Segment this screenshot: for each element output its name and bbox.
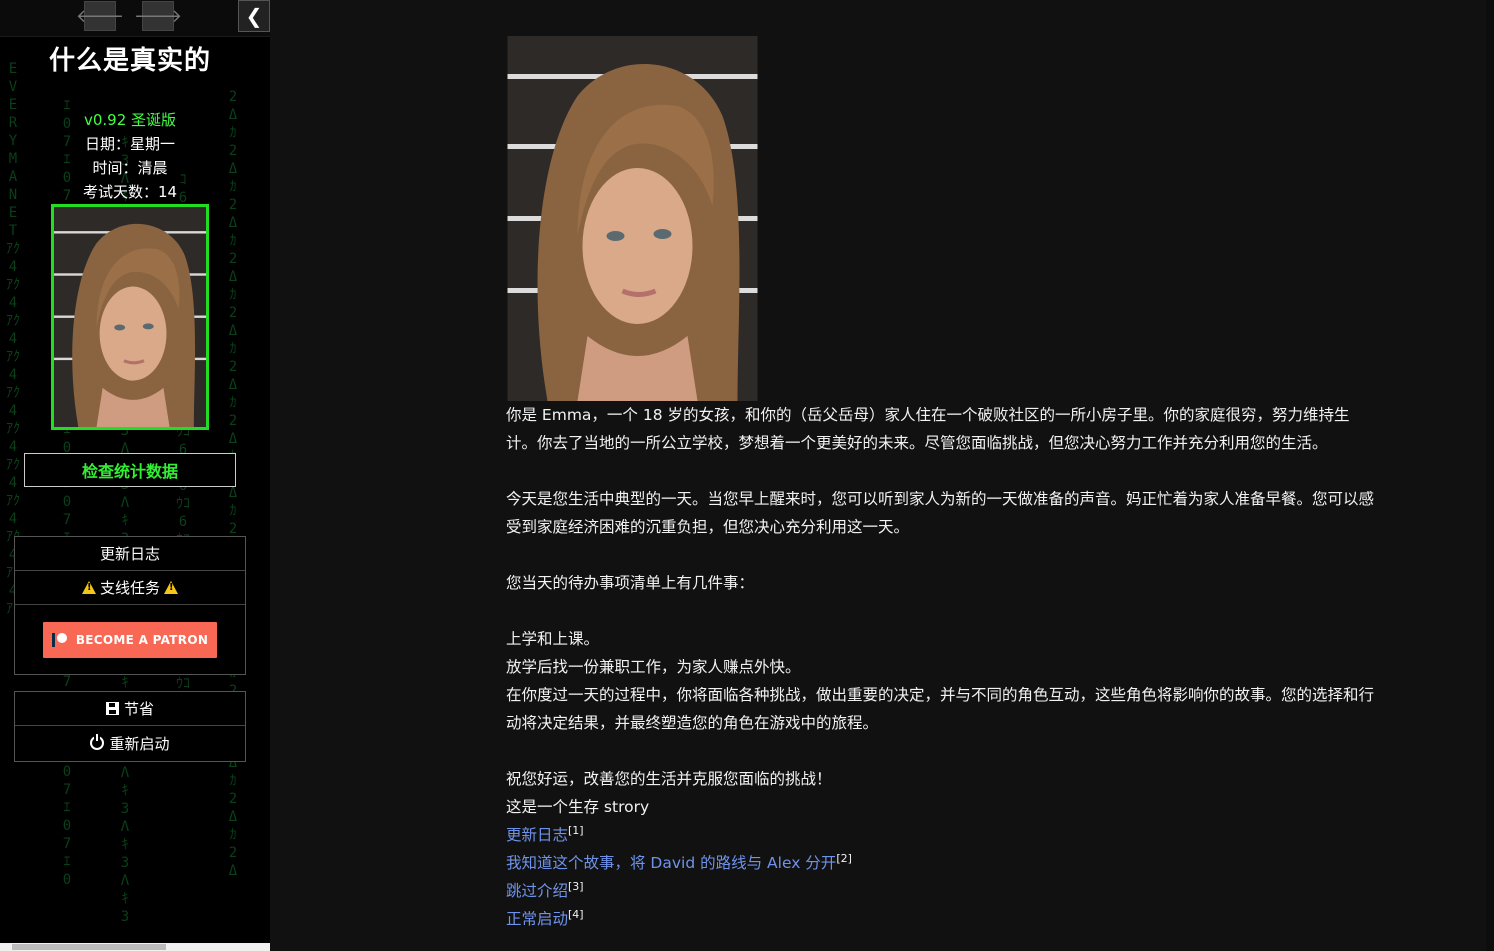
link-footnote: [1] bbox=[568, 824, 584, 837]
chevron-left-icon: ❮ bbox=[245, 4, 263, 28]
skip-intro-link[interactable]: 跳过介绍 bbox=[506, 882, 568, 900]
sidebar-toolbar: 🡐 🡒 ❮ bbox=[0, 0, 270, 37]
split-route-link[interactable]: 我知道这个故事，将 David 的路线与 Alex 分开 bbox=[506, 854, 836, 872]
choices-paragraph: 在你度过一天的过程中，你将面临各种挑战，做出重要的决定，并与不同的角色互动，这些… bbox=[506, 686, 1375, 732]
character-portrait-large bbox=[507, 36, 758, 401]
version-label: v0.92 圣诞版 bbox=[83, 111, 177, 129]
check-stats-button[interactable]: 检查统计数据 bbox=[24, 453, 236, 487]
restart-menu-item[interactable]: 重新启动 bbox=[15, 726, 245, 760]
restart-label: 重新启动 bbox=[109, 734, 170, 753]
arrow-right-icon: 🡒 bbox=[133, 5, 183, 27]
choice-link-row: 跳过介绍[3] bbox=[506, 877, 1376, 905]
changelog-menu-item[interactable]: 更新日志 bbox=[15, 537, 245, 571]
normal-start-link[interactable]: 正常启动 bbox=[506, 910, 568, 928]
intro-paragraph: 你是 Emma，一个 18 岁的女孩，和你的（岳父岳母）家人住在一个破败社区的一… bbox=[506, 406, 1350, 452]
sidebar-horizontal-scrollbar[interactable] bbox=[0, 943, 270, 951]
scrollbar-thumb[interactable] bbox=[12, 944, 166, 950]
save-icon bbox=[105, 702, 119, 715]
link-footnote: [2] bbox=[836, 852, 852, 865]
patreon-icon bbox=[51, 632, 68, 647]
choice-link-row: 正常启动[4] bbox=[506, 905, 1376, 933]
save-label: 节省 bbox=[123, 700, 154, 718]
sidebar-menu-bottom: 节省 重新启动 bbox=[14, 691, 246, 762]
patron-button-label: BECOME A PATRON bbox=[75, 632, 209, 647]
page-scrollbar-track[interactable] bbox=[1486, 0, 1494, 951]
power-icon bbox=[90, 734, 105, 750]
history-forward-button[interactable]: 🡒 bbox=[134, 1, 182, 31]
arrow-left-icon: 🡐 bbox=[75, 5, 125, 27]
become-patron-button[interactable]: BECOME A PATRON bbox=[43, 621, 217, 658]
time-label: 时间：清晨 bbox=[92, 159, 168, 177]
patron-menu-item: BECOME A PATRON bbox=[15, 605, 245, 674]
warning-icon bbox=[81, 581, 96, 594]
good-luck-text: 祝您好运，改善您的生活并克服您面临的挑战！ bbox=[506, 770, 832, 788]
todo-item-school: 上学和上课。 bbox=[506, 630, 600, 648]
todo-item-job: 放学后找一份兼职工作，为家人赚点外快。 bbox=[506, 658, 801, 676]
link-footnote: [3] bbox=[568, 880, 584, 893]
choice-link-row: 更新日志[1] bbox=[506, 821, 1376, 849]
history-back-button[interactable]: 🡐 bbox=[76, 1, 124, 31]
character-portrait bbox=[51, 204, 209, 430]
side-quests-label: 支线任务 bbox=[99, 579, 160, 597]
sidebar: EVERY MAN ETｱｸ4ｱｸ4ｱｸ4ｱｸ4ｱｸ4ｱｸ4ｱｸ4ｱｸ4ｱｸ4ｱ… bbox=[0, 0, 270, 951]
story-title: 什么是真实的 bbox=[48, 46, 211, 76]
todo-heading: 您当天的待办事项清单上有几件事： bbox=[506, 574, 755, 592]
side-quests-menu-item[interactable]: 支线任务 bbox=[15, 571, 245, 605]
changelog-link[interactable]: 更新日志 bbox=[506, 826, 568, 844]
changelog-label: 更新日志 bbox=[99, 545, 160, 563]
link-footnote: [4] bbox=[568, 908, 584, 921]
choice-link-row: 我知道这个故事，将 David 的路线与 Alex 分开[2] bbox=[506, 849, 1376, 877]
sidebar-menu-top: 更新日志 支线任务 BECOME A PATRON bbox=[14, 536, 246, 675]
save-menu-item[interactable]: 节省 bbox=[15, 692, 245, 726]
day-paragraph: 今天是您生活中典型的一天。当您早上醒来时，您可以听到家人为新的一天做准备的声音。… bbox=[506, 490, 1375, 536]
survival-story-text: 这是一个生存 strory bbox=[506, 798, 650, 816]
story-passage: 你是 Emma，一个 18 岁的女孩，和你的（岳父岳母）家人住在一个破败社区的一… bbox=[506, 36, 1376, 933]
day-label: 日期：星期一 bbox=[84, 135, 175, 153]
warning-icon bbox=[164, 581, 178, 594]
exam-days-label: 考试天数：14 bbox=[82, 183, 178, 201]
sidebar-collapse-button[interactable]: ❮ bbox=[238, 0, 270, 32]
